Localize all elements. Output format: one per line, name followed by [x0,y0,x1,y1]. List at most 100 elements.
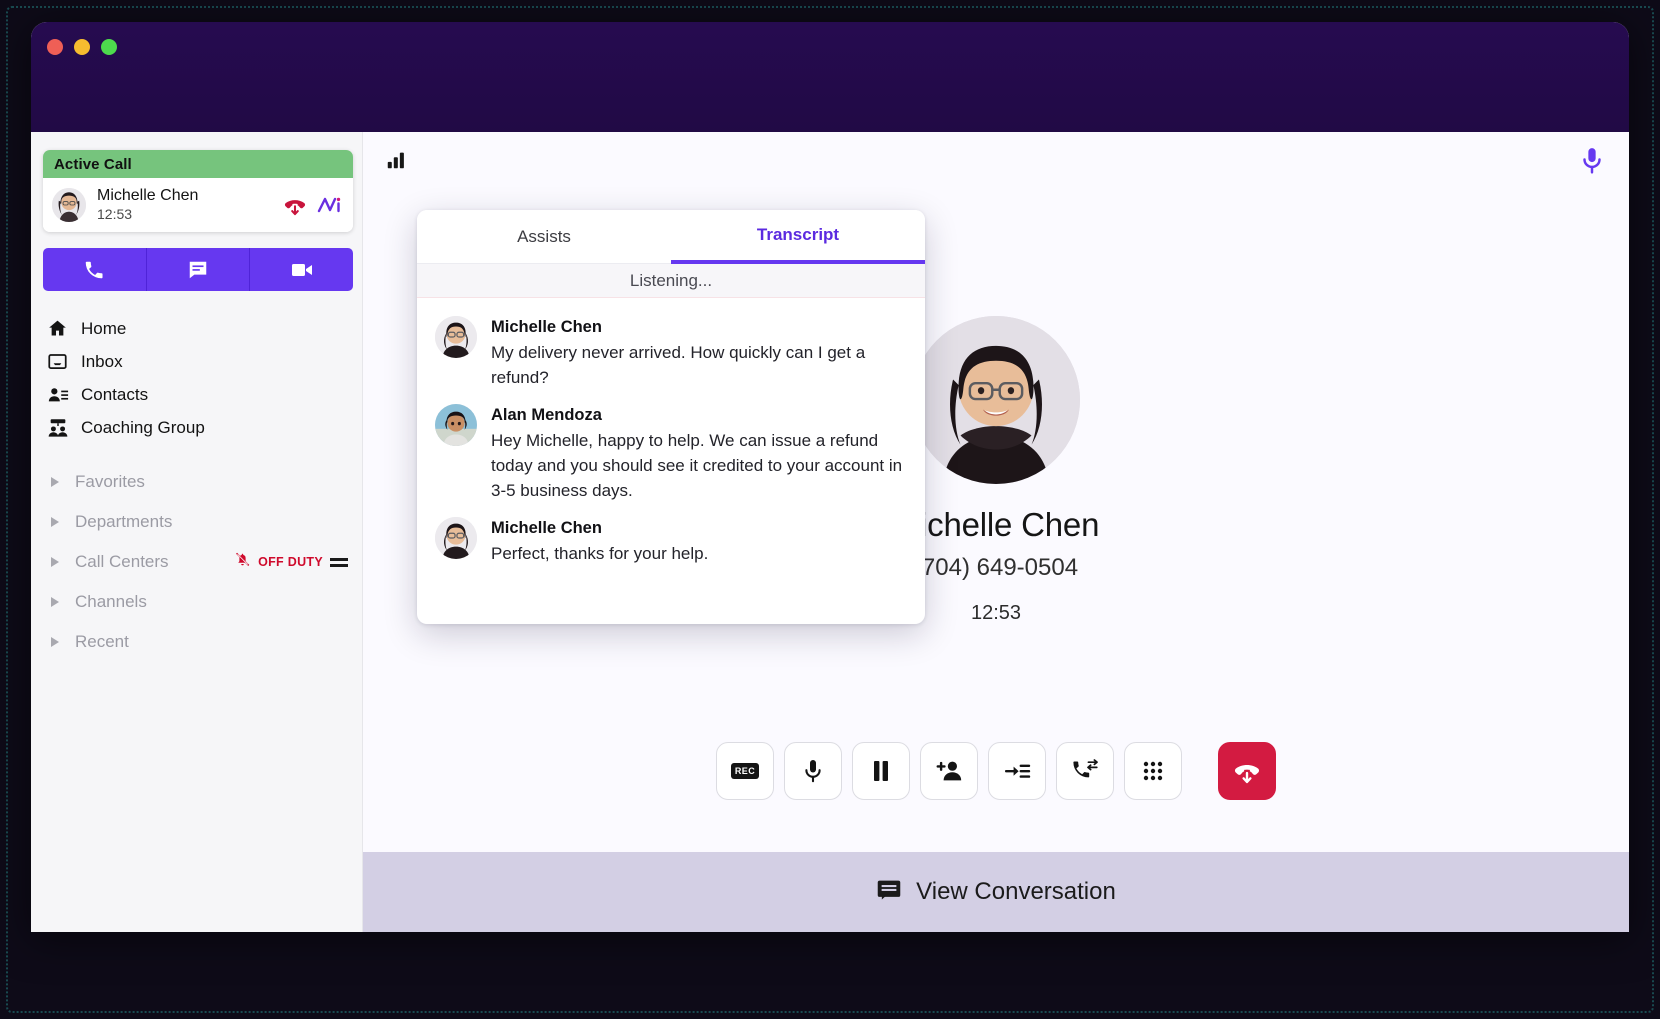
sidebar-item-inbox[interactable]: Inbox [31,345,362,378]
active-call-contact-name: Michelle Chen [97,187,199,204]
sidebar-item-coaching-group[interactable]: Coaching Group [31,411,362,444]
sidebar-group-favorites[interactable]: Favorites [31,462,362,502]
video-button[interactable] [250,248,353,291]
chevron-right-icon [51,557,59,567]
transcript-body: Michelle Chen My delivery never arrived.… [491,316,903,390]
transcript-message: Michelle Chen Perfect, thanks for your h… [435,517,903,566]
transcript-speaker: Michelle Chen [491,318,602,336]
call-button[interactable] [43,248,147,291]
microphone-icon [805,760,821,783]
sidebar-group-label: Recent [75,632,129,651]
avatar [435,404,477,446]
sidebar-group-label: Call Centers [75,552,169,571]
transcript-body: Michelle Chen Perfect, thanks for your h… [491,517,708,566]
drag-handle-icon[interactable] [330,556,348,568]
sidebar: Active Call Michelle Chen 12:53 Home Inb… [31,132,363,932]
call-topbar [363,132,1629,194]
signal-bars-icon [385,149,407,171]
microphone-icon[interactable] [1579,146,1605,176]
active-call-body: Michelle Chen 12:53 [43,178,353,232]
inbox-icon [47,351,75,372]
sidebar-item-label: Home [81,318,127,338]
call-transfer-button[interactable] [1056,742,1114,800]
record-button[interactable]: REC [716,742,774,800]
transcript-speaker: Michelle Chen [491,519,602,537]
hold-button[interactable] [852,742,910,800]
contact-phone: (704) 649-0504 [913,554,1079,581]
sidebar-group-channels[interactable]: Channels [31,582,362,622]
active-call-card[interactable]: Active Call Michelle Chen 12:53 [43,150,353,232]
sidebar-group-label: Channels [75,592,147,611]
rec-badge: REC [730,763,760,779]
sidebar-item-contacts[interactable]: Contacts [31,378,362,411]
avatar [435,316,477,358]
sidebar-item-label: Inbox [81,351,123,371]
sidebar-group-departments[interactable]: Departments [31,502,362,542]
transcript-body: Alan Mendoza Hey Michelle, happy to help… [491,404,903,503]
chevron-right-icon [51,597,59,607]
transcript-text: My delivery never arrived. How quickly c… [491,343,866,387]
view-conversation-bar[interactable]: View Conversation [363,852,1629,932]
transcript-text: Perfect, thanks for your help. [491,544,709,563]
avatar [435,517,477,559]
sidebar-group-label: Departments [75,512,173,531]
dialpad-icon [1143,761,1163,781]
sidebar-group-call-centers[interactable]: Call Centers OFF DUTY [31,542,362,582]
sidebar-group-recent[interactable]: Recent [31,622,362,662]
active-call-label: Active Call [54,155,132,173]
transcript-message: Michelle Chen My delivery never arrived.… [435,316,903,390]
sidebar-groups: Favorites Departments Call Centers OFF D… [31,462,362,662]
active-call-duration: 12:53 [97,206,133,222]
primary-navigation: Home Inbox Contacts Coaching Group [31,312,362,444]
view-conversation-label: View Conversation [916,878,1116,905]
transcript-popover: Assists Transcript Listening... Michelle… [417,210,925,624]
chevron-right-icon [51,517,59,527]
coaching-group-icon [47,417,75,439]
transcript-speaker: Alan Mendoza [491,406,602,424]
contacts-icon [47,384,75,406]
off-duty-label: OFF DUTY [258,555,323,569]
desktop-backdrop: Active Call Michelle Chen 12:53 Home Inb… [0,0,1660,1019]
arrow-to-list-icon [1004,764,1030,778]
call-duration: 12:53 [970,602,1022,624]
call-controls: REC [363,742,1629,800]
hang-up-icon[interactable] [282,192,308,218]
window-titlebar [31,22,1629,132]
sidebar-item-label: Coaching Group [81,417,205,437]
transfer-to-queue-button[interactable] [988,742,1046,800]
active-call-info: Michelle Chen 12:53 [97,187,273,223]
home-icon [47,318,75,339]
transcript-tabs: Assists Transcript [417,210,925,264]
window-zoom-button[interactable] [101,39,117,55]
ai-assist-icon[interactable] [317,192,343,218]
sidebar-group-label: Favorites [75,472,145,491]
bell-off-icon [234,551,251,573]
status-badge: OFF DUTY [234,551,362,573]
hang-up-icon [1234,765,1260,784]
chevron-right-icon [51,637,59,647]
add-participant-button[interactable] [920,742,978,800]
chevron-right-icon [51,477,59,487]
communication-buttons [43,248,353,291]
transcript-list: Michelle Chen My delivery never arrived.… [417,298,925,566]
window-minimize-button[interactable] [74,39,90,55]
sidebar-item-label: Contacts [81,384,149,404]
pause-icon [874,761,888,781]
message-button[interactable] [146,248,251,291]
conversation-icon [876,877,902,908]
tab-transcript[interactable]: Transcript [671,210,925,264]
phone-transfer-icon [1073,759,1098,778]
end-call-button[interactable] [1218,742,1276,800]
listening-status-bar: Listening... [417,264,925,298]
person-add-icon [936,761,961,781]
mute-button[interactable] [784,742,842,800]
listening-label: Listening... [629,270,713,290]
active-call-header: Active Call [43,150,353,178]
app-window: Active Call Michelle Chen 12:53 Home Inb… [31,22,1629,932]
transcript-message: Alan Mendoza Hey Michelle, happy to help… [435,404,903,503]
dialpad-button[interactable] [1124,742,1182,800]
window-close-button[interactable] [47,39,63,55]
transcript-text: Hey Michelle, happy to help. We can issu… [491,431,903,500]
sidebar-item-home[interactable]: Home [31,312,362,345]
tab-assists[interactable]: Assists [417,210,671,264]
